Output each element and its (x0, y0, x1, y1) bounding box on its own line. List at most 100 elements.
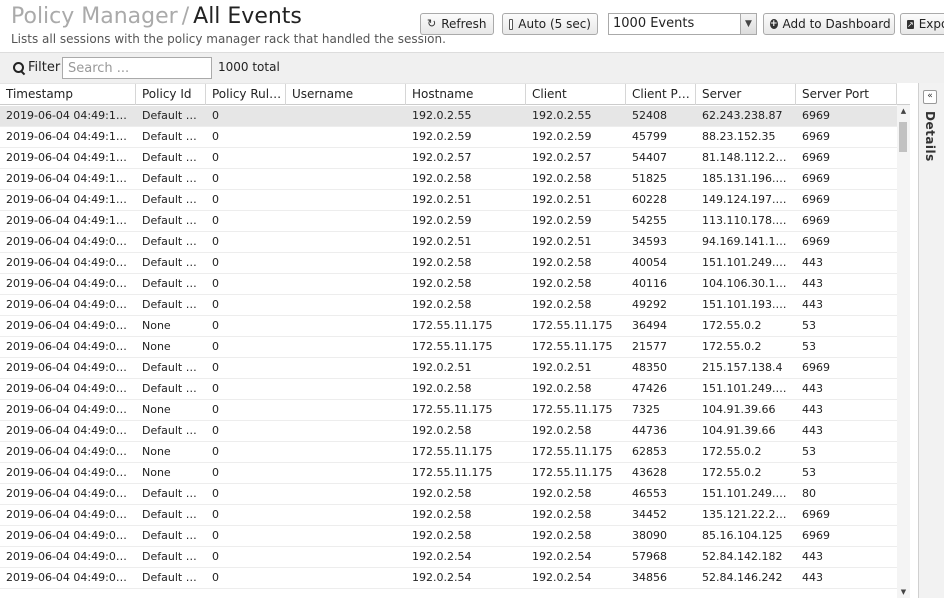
table-row[interactable]: 2019-06-04 04:49:0… None 0 172.55.11.175 172… (0, 316, 897, 337)
cell-client: 172.55.11.175 (532, 445, 613, 458)
events-limit-select[interactable]: 1000 Events ▼ (608, 13, 757, 35)
cell-client-port: 7325 (632, 403, 660, 416)
column-header-server[interactable]: Server (696, 84, 796, 105)
export-label: Export (918, 17, 944, 31)
table-row[interactable]: 2019-06-04 04:49:0… Default … 0 192.0.2.51 1… (0, 232, 897, 253)
scroll-down-icon[interactable]: ▼ (897, 586, 910, 598)
scrollbar-thumb[interactable] (899, 122, 907, 152)
cell-policy-rule: 0 (212, 508, 219, 521)
export-button[interactable]: ↗ Export (900, 13, 944, 35)
table-row[interactable]: 2019-06-04 04:49:0… Default … 0 192.0.2.58 1… (0, 253, 897, 274)
total-count: 1000 total (218, 60, 280, 74)
column-header-hostname[interactable]: Hostname (406, 84, 526, 105)
cell-server-port: 80 (802, 487, 816, 500)
cell-server: 81.148.112.2… (702, 151, 787, 164)
cell-server-port: 443 (802, 256, 823, 269)
cell-hostname: 192.0.2.58 (412, 529, 472, 542)
cell-policy-id: Default … (142, 130, 197, 143)
cell-client: 172.55.11.175 (532, 466, 613, 479)
table-row[interactable]: 2019-06-04 04:49:1… Default … 0 192.0.2.59 1… (0, 211, 897, 232)
cell-client: 192.0.2.51 (532, 235, 592, 248)
cell-server-port: 6969 (802, 361, 830, 374)
column-header-server-port[interactable]: Server Port (796, 84, 897, 105)
cell-client: 192.0.2.58 (532, 424, 592, 437)
cell-hostname: 172.55.11.175 (412, 466, 493, 479)
column-header-client-port[interactable]: Client P… (626, 84, 696, 105)
column-header-policy-rule[interactable]: Policy Rul… (206, 84, 286, 105)
cell-client: 192.0.2.54 (532, 571, 592, 584)
table-row[interactable]: 2019-06-04 04:49:0… None 0 172.55.11.175 172… (0, 337, 897, 358)
cell-client: 172.55.11.175 (532, 403, 613, 416)
details-panel[interactable]: « Details (918, 83, 944, 598)
cell-policy-rule: 0 (212, 172, 219, 185)
chevron-double-left-icon[interactable]: « (923, 90, 937, 104)
table-row[interactable]: 2019-06-04 04:49:1… Default … 0 192.0.2.59 1… (0, 127, 897, 148)
column-header-username[interactable]: Username (286, 84, 406, 105)
cell-server: 151.101.193.… (702, 298, 787, 311)
table-row[interactable]: 2019-06-04 04:49:1… Default … 0 192.0.2.55 1… (0, 106, 897, 127)
cell-server-port: 443 (802, 298, 823, 311)
cell-client: 192.0.2.58 (532, 298, 592, 311)
cell-policy-id: Default … (142, 361, 197, 374)
refresh-label: Refresh (441, 17, 487, 31)
table-row[interactable]: 2019-06-04 04:49:0… Default … 0 192.0.2.58 1… (0, 484, 897, 505)
cell-server: 151.101.249.… (702, 487, 787, 500)
table-row[interactable]: 2019-06-04 04:49:0… Default … 0 192.0.2.51 1… (0, 358, 897, 379)
refresh-button[interactable]: ↻ Refresh (420, 13, 494, 35)
table-row[interactable]: 2019-06-04 04:49:1… Default … 0 192.0.2.51 1… (0, 190, 897, 211)
table-row[interactable]: 2019-06-04 04:49:0… Default … 0 192.0.2.58 1… (0, 274, 897, 295)
cell-policy-id: Default … (142, 487, 197, 500)
add-to-dashboard-label: Add to Dashboard (782, 17, 891, 31)
table-row[interactable]: 2019-06-04 04:49:0… Default … 0 192.0.2.58 1… (0, 526, 897, 547)
cell-server: 172.55.0.2 (702, 466, 762, 479)
cell-username (286, 295, 406, 315)
vertical-scrollbar[interactable]: ▲ ▼ (897, 105, 910, 598)
cell-timestamp: 2019-06-04 04:49:1… (6, 172, 127, 185)
table-row[interactable]: 2019-06-04 04:49:0… Default … 0 192.0.2.58 1… (0, 295, 897, 316)
column-header-policy-id[interactable]: Policy Id (136, 84, 206, 105)
cell-server-port: 443 (802, 550, 823, 563)
table-row[interactable]: 2019-06-04 04:49:0… Default … 0 192.0.2.58 1… (0, 379, 897, 400)
details-label[interactable]: Details (923, 111, 937, 162)
table-row[interactable]: 2019-06-04 04:49:1… Default … 0 192.0.2.58 1… (0, 169, 897, 190)
cell-hostname: 172.55.11.175 (412, 445, 493, 458)
table-row[interactable]: 2019-06-04 04:49:0… Default … 0 192.0.2.54 1… (0, 568, 897, 589)
breadcrumb-policy-manager[interactable]: Policy Manager (11, 4, 178, 29)
cell-hostname: 192.0.2.54 (412, 571, 472, 584)
cell-timestamp: 2019-06-04 04:49:0… (6, 277, 127, 290)
column-header-client[interactable]: Client (526, 84, 626, 105)
filter-label-text: Filter (28, 60, 61, 75)
cell-server: 52.84.142.182 (702, 550, 783, 563)
cell-client-port: 49292 (632, 298, 667, 311)
cell-timestamp: 2019-06-04 04:49:0… (6, 298, 127, 311)
cell-client: 192.0.2.58 (532, 487, 592, 500)
table-row[interactable]: 2019-06-04 04:49:0… Default … 0 192.0.2.58 1… (0, 505, 897, 526)
cell-server: 185.131.196.… (702, 172, 787, 185)
cell-client: 192.0.2.58 (532, 529, 592, 542)
filter-label: Filter (13, 60, 60, 75)
cell-username (286, 484, 406, 504)
search-input[interactable] (62, 57, 212, 79)
cell-hostname: 192.0.2.51 (412, 193, 472, 206)
column-header-timestamp[interactable]: Timestamp (0, 84, 136, 105)
cell-policy-id: None (142, 403, 171, 416)
table-row[interactable]: 2019-06-04 04:49:0… Default … 0 192.0.2.54 1… (0, 547, 897, 568)
cell-server: 151.101.249.… (702, 256, 787, 269)
table-row[interactable]: 2019-06-04 04:49:0… None 0 172.55.11.175 172… (0, 442, 897, 463)
scroll-up-icon[interactable]: ▲ (897, 105, 910, 117)
add-to-dashboard-button[interactable]: + Add to Dashboard (763, 13, 895, 35)
chevron-down-icon[interactable]: ▼ (740, 14, 756, 34)
auto-refresh-toggle[interactable]: Auto (5 sec) (502, 13, 598, 35)
cell-client-port: 43628 (632, 466, 667, 479)
cell-policy-rule: 0 (212, 340, 219, 353)
cell-username (286, 274, 406, 294)
table-row[interactable]: 2019-06-04 04:49:0… Default … 0 192.0.2.58 1… (0, 421, 897, 442)
cell-timestamp: 2019-06-04 04:49:0… (6, 571, 127, 584)
table-row[interactable]: 2019-06-04 04:49:1… Default … 0 192.0.2.57 1… (0, 148, 897, 169)
table-row[interactable]: 2019-06-04 04:49:0… None 0 172.55.11.175 172… (0, 400, 897, 421)
cell-client-port: 21577 (632, 340, 667, 353)
cell-timestamp: 2019-06-04 04:49:1… (6, 193, 127, 206)
auto-refresh-checkbox[interactable] (509, 18, 514, 30)
table-row[interactable]: 2019-06-04 04:49:0… None 0 172.55.11.175 172… (0, 463, 897, 484)
grid-header: Timestamp Policy Id Policy Rul… Username Hos… (0, 83, 897, 105)
